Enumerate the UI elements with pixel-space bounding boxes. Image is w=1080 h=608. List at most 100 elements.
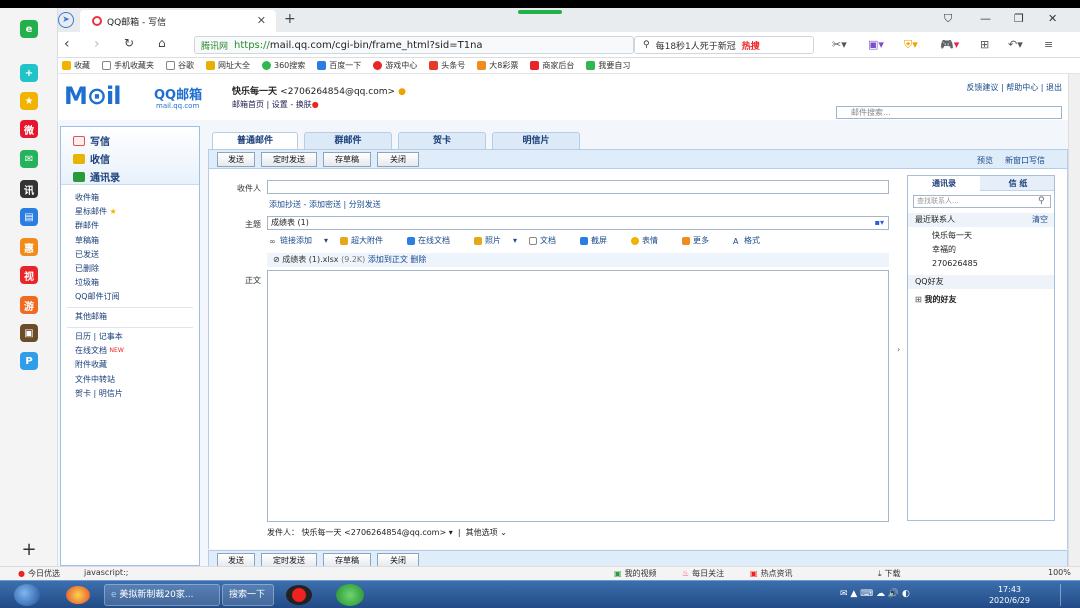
bookmark-item[interactable]: 游戏中心 [373, 60, 417, 71]
game-icon[interactable]: 游 [20, 296, 38, 314]
tab-stationery[interactable]: 信 纸 [982, 176, 1054, 191]
tab-postcard[interactable]: 明信片 [492, 132, 580, 149]
app-icon-3[interactable]: P [20, 352, 38, 370]
shop-icon[interactable]: 惠 [20, 238, 38, 256]
menu-icon[interactable]: ≡ [1044, 38, 1053, 51]
my-friends-group[interactable]: ⊞ 我的好友 [908, 293, 1054, 307]
search-icon[interactable]: ⚲ [1038, 196, 1045, 206]
other-mailbox-link[interactable]: 其他邮箱 [75, 311, 107, 322]
folder-inbox[interactable]: 收件箱 [75, 191, 120, 205]
shield-icon[interactable]: ⛨▾ [904, 38, 918, 52]
bookmark-item[interactable]: 360搜索 [262, 60, 305, 71]
recipient-input[interactable] [267, 180, 889, 194]
browser-search[interactable]: ⚲ 每18秒1人死于新冠 热搜 [634, 36, 814, 54]
record-icon[interactable] [286, 585, 312, 605]
daily-picks[interactable]: ● 今日优选 [18, 568, 60, 579]
folder-drafts[interactable]: 草稿箱 [75, 234, 120, 248]
tab-contacts[interactable]: 通讯录 [908, 176, 980, 191]
scissors-icon[interactable]: ✂▾ [832, 38, 847, 51]
tab-group-mail[interactable]: 群邮件 [304, 132, 392, 149]
emoji-tool[interactable]: 表情 [631, 235, 670, 246]
folder-deleted[interactable]: 已删除 [75, 262, 120, 276]
contact-item[interactable]: 快乐每一天 [908, 229, 1054, 243]
hot-news[interactable]: ▣ 热点资讯 [750, 568, 793, 579]
bookmark-item[interactable]: 大8彩票 [477, 60, 518, 71]
doc-icon[interactable]: ▤ [20, 208, 38, 226]
star-icon[interactable]: ★ [20, 92, 38, 110]
back-icon[interactable]: ‹ [64, 36, 70, 52]
inbox-link[interactable]: 收信 [73, 151, 110, 166]
bookmark-item[interactable]: 商家后台 [530, 60, 574, 71]
contact-item[interactable]: 幸福的 [908, 243, 1054, 257]
show-desktop-button[interactable] [1060, 584, 1072, 606]
close-window-icon[interactable]: ✕ [1048, 12, 1057, 25]
add-to-body-link[interactable]: 添加到正文 [368, 255, 408, 264]
online-doc-link[interactable]: 在线文档 NEW [75, 344, 124, 358]
bookmark-item[interactable]: 我要自习 [586, 60, 630, 71]
tab-normal-mail[interactable]: 普通邮件 [212, 132, 298, 149]
compose-link[interactable]: 写信 [73, 133, 110, 148]
video-icon[interactable]: 视 [20, 266, 38, 284]
subject-input[interactable]: 成绩表 (1) ▪▾ [267, 216, 889, 230]
add-icon[interactable]: + [20, 541, 38, 559]
reload-icon[interactable]: ↻ [124, 36, 134, 50]
format-tool[interactable]: A 格式 [733, 235, 772, 246]
downloads[interactable]: ⤓ 下载 [878, 568, 901, 579]
sender-select[interactable]: 快乐每一天 <2706264854@qq.com> [302, 528, 447, 537]
folder-sent[interactable]: 已发送 [75, 248, 120, 262]
gamepad-icon[interactable]: 🎮▾ [940, 38, 959, 51]
start-button[interactable] [14, 584, 40, 606]
big-attachment-tool[interactable]: 超大附件 [340, 235, 395, 246]
settings-link[interactable]: 设置 [272, 100, 288, 109]
apps-grid-icon[interactable]: ⊞ [980, 38, 989, 51]
folder-group[interactable]: 群邮件 [75, 219, 120, 233]
other-options-link[interactable]: 其他选项 [466, 528, 498, 537]
attachment-favorites-link[interactable]: 附件收藏 [75, 358, 124, 372]
undo-icon[interactable]: ↶▾ [1008, 38, 1023, 51]
browser-taskbar-icon[interactable] [336, 584, 364, 606]
clock[interactable]: 17:43 2020/6/29 [989, 584, 1030, 606]
skin-icon[interactable]: ⛉ [944, 12, 952, 26]
file-transfer-link[interactable]: 文件中转站 [75, 373, 124, 387]
top-links[interactable]: 反馈建议 | 帮助中心 | 退出 [966, 82, 1062, 93]
bookmark-item[interactable]: 收藏 [62, 60, 90, 71]
forward-icon[interactable]: › [94, 36, 100, 52]
photo-tool[interactable]: 照片 ▾ [474, 235, 517, 246]
weibo-icon[interactable]: 微 [20, 120, 38, 138]
restore-icon[interactable]: ❐ [1014, 12, 1024, 25]
expand-contacts-icon[interactable]: › [897, 345, 900, 354]
mail-icon[interactable]: ✉ [20, 150, 38, 168]
attachment-name[interactable]: 成绩表 (1).xlsx [282, 255, 338, 264]
qq-friends-header[interactable]: QQ好友 [908, 275, 1054, 289]
translate-icon[interactable]: ▣▾ [868, 38, 884, 51]
taskbar-search[interactable]: 搜索一下 [222, 584, 274, 606]
timed-send-button[interactable]: 定时发送 [261, 152, 317, 167]
home-link[interactable]: 邮箱首页 [232, 100, 264, 109]
calendar-notes-link[interactable]: 日历 | 记事本 [75, 330, 124, 344]
app-icon-taskbar-1[interactable] [66, 586, 90, 604]
my-videos[interactable]: ▣ 我的视频 [614, 568, 657, 579]
address-book-link[interactable]: 通讯录 [73, 169, 120, 184]
contact-search-input[interactable]: 查找联系人... [913, 195, 1051, 208]
screenshot-tool[interactable]: 截屏 [580, 235, 619, 246]
contact-item[interactable]: 270626485 [908, 257, 1054, 271]
document-tool[interactable]: 文档 [529, 235, 568, 246]
bookmark-item[interactable]: 头条号 [429, 60, 465, 71]
drag-handle[interactable] [518, 10, 562, 14]
clear-recent-link[interactable]: 清空 [1032, 213, 1048, 227]
online-doc-tool[interactable]: 在线文档 [407, 235, 462, 246]
skin-link[interactable]: 换肤 [296, 100, 312, 109]
browser-logo-icon[interactable]: e [20, 20, 38, 38]
body-editor[interactable] [267, 270, 889, 522]
close-button[interactable]: 关闭 [377, 152, 419, 167]
bookmark-item[interactable]: 百度一下 [317, 60, 361, 71]
new-window-link[interactable]: 新窗口写信 [1005, 155, 1045, 166]
more-tool[interactable]: 更多 [682, 235, 721, 246]
new-tab-icon[interactable]: + [284, 11, 296, 27]
app-icon-1[interactable]: + [20, 64, 38, 82]
taskbar-browser[interactable]: e 美拟新制裁20家... [104, 584, 220, 606]
navigate-icon[interactable]: ➤ [58, 12, 74, 28]
app-icon-2[interactable]: ▣ [20, 324, 38, 342]
cc-bcc-links[interactable]: 添加抄送 - 添加密送 | 分别发送 [269, 199, 381, 210]
page-scrollbar[interactable] [1068, 74, 1080, 566]
